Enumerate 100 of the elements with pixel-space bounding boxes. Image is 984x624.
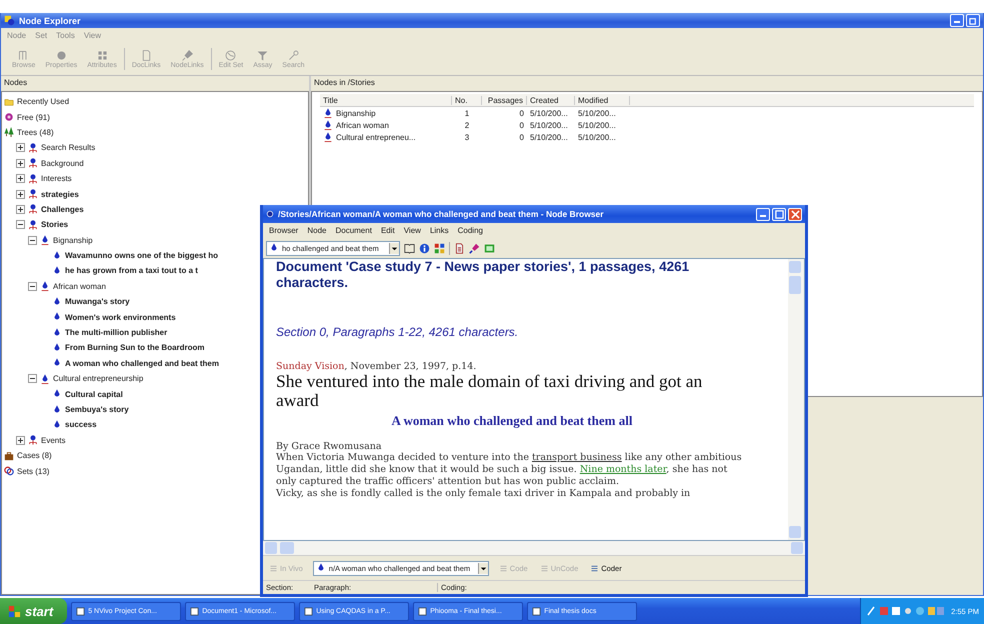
menu-item[interactable]: Document	[335, 226, 372, 235]
link[interactable]: transport business	[532, 452, 622, 463]
tree-item[interactable]: Muwanga's story	[65, 297, 130, 306]
node-icon	[52, 342, 62, 353]
node-icon	[269, 243, 279, 253]
tree-item[interactable]: Trees (48)	[17, 128, 54, 137]
table-cell: 0	[520, 108, 524, 118]
node-icon	[52, 328, 62, 338]
restore-button[interactable]	[966, 14, 980, 27]
menu-item[interactable]: Edit	[380, 226, 395, 235]
lines-icon	[269, 564, 278, 572]
tree-item[interactable]: Wavamunno owns one of the biggest ho	[65, 251, 218, 260]
node-icon	[52, 420, 62, 430]
tree-item[interactable]: Events	[41, 436, 66, 445]
node-icon	[52, 358, 62, 368]
tree-item[interactable]: Challenges	[41, 204, 84, 214]
menu-item[interactable]: View	[404, 226, 421, 235]
tree-item[interactable]: Stories	[41, 220, 68, 230]
tree-item[interactable]: Cultural entrepreneurship	[53, 374, 144, 384]
tree-item[interactable]: Cases (8)	[17, 451, 52, 460]
node-icon	[52, 312, 62, 322]
headline: She ventured into the male domain of taxi driving and got an award	[276, 372, 704, 410]
tree-item[interactable]: From Burning Sun to the Boardroom	[65, 343, 205, 352]
expand-toggle[interactable]	[16, 204, 25, 214]
tree-item[interactable]: Sembuya's story	[65, 405, 129, 414]
pin-icon[interactable]	[469, 242, 480, 254]
minimize-icon	[954, 21, 960, 23]
tree-item[interactable]: strategies	[41, 190, 79, 199]
tree-item[interactable]: Interests	[41, 174, 72, 184]
horizontal-scrollbar[interactable]	[263, 541, 805, 555]
tree-item[interactable]: African woman	[53, 282, 106, 291]
info-icon[interactable]	[419, 242, 430, 254]
tree-item[interactable]: Bignanship	[53, 236, 93, 245]
node-icon	[52, 404, 62, 414]
expand-toggle[interactable]	[16, 190, 25, 199]
table-cell: 5/10/200...	[578, 108, 616, 118]
windows-logo-icon	[8, 604, 21, 618]
column-header[interactable]: Modified	[575, 96, 630, 104]
byline: By Grace Rwomusana	[276, 441, 383, 452]
node-icon	[40, 281, 50, 292]
lines-icon	[590, 564, 600, 572]
db-icon[interactable]	[484, 242, 495, 254]
tree-item[interactable]: Women's work environments	[65, 312, 176, 322]
tree-item[interactable]: success	[65, 420, 97, 430]
menu-item[interactable]: Links	[430, 226, 449, 235]
tree-item[interactable]: Recently Used	[17, 97, 70, 106]
column-header[interactable]: Created	[527, 96, 575, 104]
pin-icon	[180, 49, 194, 62]
tree-item[interactable]: he has grown from a taxi tout to a t	[65, 266, 198, 276]
close-button[interactable]	[788, 208, 802, 220]
table-cell: 0	[520, 120, 524, 130]
maximize-button[interactable]	[772, 208, 786, 220]
column-header[interactable]: No.	[452, 96, 482, 104]
table-cell: 5/10/200...	[578, 120, 616, 130]
tree-item[interactable]: A woman who challenged and beat them	[65, 358, 219, 368]
node-tree-icon	[28, 142, 38, 153]
collapse-toggle[interactable]	[28, 374, 37, 384]
start-button[interactable]: start	[0, 598, 68, 624]
minimize-button[interactable]	[756, 208, 770, 220]
collapse-toggle[interactable]	[28, 236, 37, 245]
expand-toggle[interactable]	[16, 143, 25, 152]
expand-toggle[interactable]	[16, 158, 25, 168]
dateline: , November 23, 1997, p.14.	[344, 361, 476, 372]
tree-item[interactable]: Free (91)	[17, 112, 50, 122]
link[interactable]: Nine months later	[580, 464, 666, 475]
tree-item[interactable]: The multi-million publisher	[65, 328, 168, 338]
collapse-toggle[interactable]	[28, 282, 37, 291]
menu-item[interactable]: Browser	[269, 226, 298, 235]
collapse-toggle[interactable]	[16, 220, 25, 230]
book-icon[interactable]	[404, 242, 415, 254]
window-icon	[190, 606, 200, 616]
window-title: /Stories/African woman/A woman who challenged and beat them - Node Browser	[278, 209, 604, 219]
tree-item[interactable]: Search Results	[41, 143, 96, 152]
table-cell: 5/10/200...	[530, 108, 568, 118]
menu-item[interactable]: Coding	[458, 226, 483, 235]
node-icon	[266, 210, 274, 218]
minimize-button[interactable]	[950, 14, 964, 27]
minimize-icon	[760, 214, 766, 216]
tree-item[interactable]: Cultural capital	[65, 390, 123, 399]
expand-toggle[interactable]	[16, 174, 25, 184]
node-icon	[323, 120, 333, 130]
vertical-scrollbar[interactable]	[788, 259, 804, 540]
column-header[interactable]: Title	[320, 96, 452, 104]
briefcase-icon	[4, 450, 14, 461]
document-icon[interactable]	[454, 242, 465, 254]
section-heading: Section 0, Paragraphs 1-22, 4261 characters.	[276, 325, 520, 339]
grid-icon[interactable]	[434, 242, 445, 254]
column-header[interactable]: Passages	[482, 96, 527, 104]
maximize-icon	[774, 210, 784, 218]
paragraph: Vicky, as she is fondly called is the only female taxi driver in Kampala and probably in	[276, 488, 692, 500]
node-tree-icon	[28, 174, 38, 184]
node-icon	[40, 235, 50, 246]
trees-icon	[4, 127, 14, 138]
grid-icon	[96, 49, 109, 62]
tree-item[interactable]: Sets (13)	[17, 466, 50, 476]
folder-icon	[4, 96, 14, 107]
tree-item[interactable]: Background	[41, 158, 84, 168]
menu-item[interactable]: Node	[307, 226, 326, 235]
node-icon	[40, 374, 50, 384]
expand-toggle[interactable]	[16, 436, 25, 445]
